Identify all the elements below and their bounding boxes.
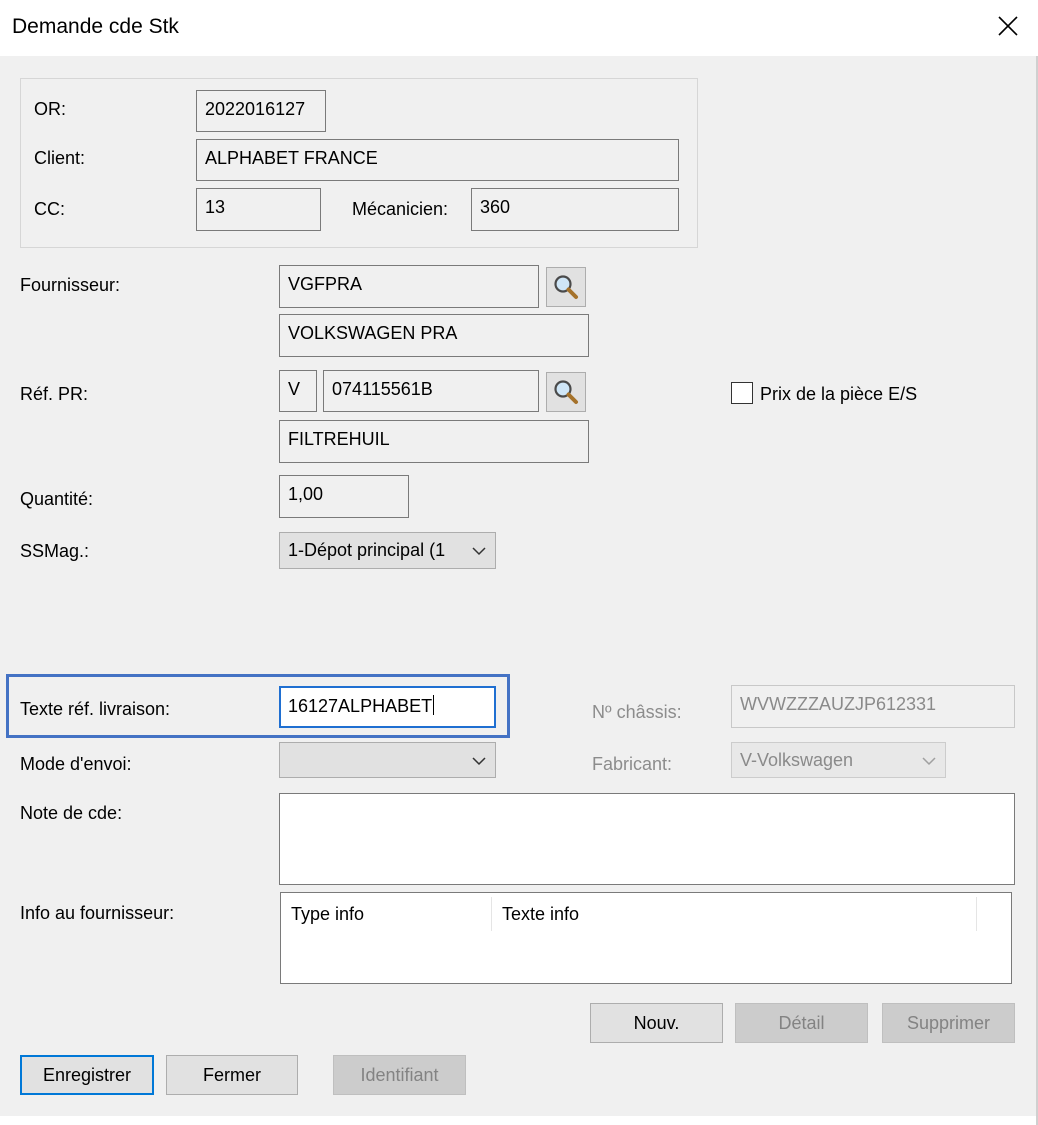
close-button[interactable] — [994, 12, 1022, 40]
new-info-button[interactable]: Nouv. — [590, 1003, 723, 1043]
manufacturer-select: V-Volkswagen — [731, 742, 946, 778]
cc-field[interactable]: 13 — [196, 188, 321, 231]
part-prefix-field[interactable]: V — [279, 370, 317, 412]
quantity-field[interactable]: 1,00 — [279, 475, 409, 518]
close-icon — [998, 16, 1018, 36]
price-checkbox[interactable] — [731, 382, 753, 404]
part-ref-label: Réf. PR: — [20, 384, 89, 404]
save-button[interactable]: Enregistrer — [20, 1055, 154, 1095]
client-field[interactable]: ALPHABET FRANCE — [196, 139, 679, 181]
ssmag-selected: 1-Dépot principal (1 — [288, 540, 446, 560]
part-search-button[interactable] — [546, 372, 586, 412]
ssmag-select[interactable]: 1-Dépot principal (1 — [279, 532, 496, 569]
manufacturer-label: Fabricant: — [592, 754, 673, 774]
chassis-field: WVWZZZAUZJP612331 — [731, 685, 1015, 728]
part-reference-field[interactable]: 074115561B — [323, 370, 539, 412]
detail-button: Détail — [735, 1003, 868, 1043]
supplier-info-list[interactable]: Type info Texte info — [280, 892, 1012, 984]
ssmag-label: SSMag.: — [20, 541, 90, 561]
delivery-text-value: 16127ALPHABET — [288, 696, 433, 716]
order-note-textarea[interactable] — [279, 793, 1015, 885]
or-field[interactable]: 2022016127 — [196, 90, 326, 132]
or-label: OR: — [34, 99, 67, 119]
manufacturer-selected: V-Volkswagen — [740, 750, 854, 770]
shipping-mode-select[interactable] — [279, 742, 496, 778]
magnifier-icon — [554, 275, 578, 299]
delete-button: Supprimer — [882, 1003, 1015, 1043]
quantity-label: Quantité: — [20, 489, 94, 509]
column-separator[interactable] — [976, 897, 977, 931]
chevron-down-icon — [922, 757, 936, 766]
mecanicien-label: Mécanicien: — [352, 199, 449, 219]
column-header-texte-info[interactable]: Texte info — [492, 893, 976, 931]
supplier-name-field[interactable]: VOLKSWAGEN PRA — [279, 314, 589, 357]
column-header-type-info[interactable]: Type info — [281, 893, 491, 931]
delivery-label: Texte réf. livraison: — [20, 699, 171, 719]
price-checkbox-label[interactable]: Prix de la pièce E/S — [760, 384, 917, 405]
close-form-button[interactable]: Fermer — [166, 1055, 298, 1095]
mecanicien-field[interactable]: 360 — [471, 188, 679, 231]
window-title: Demande cde Stk — [12, 15, 179, 38]
supplier-search-button[interactable] — [546, 267, 586, 307]
order-note-label: Note de cde: — [20, 803, 123, 823]
identifier-button: Identifiant — [333, 1055, 466, 1095]
chevron-down-icon — [472, 547, 486, 556]
text-caret — [433, 695, 435, 715]
shipping-mode-label: Mode d'envoi: — [20, 754, 132, 774]
supplier-code-field[interactable]: VGFPRA — [279, 265, 539, 308]
delivery-text-input[interactable]: 16127ALPHABET — [279, 686, 496, 728]
chevron-down-icon — [472, 757, 486, 766]
supplier-info-label: Info au fournisseur: — [20, 903, 175, 923]
chassis-label: Nº châssis: — [592, 702, 682, 722]
bottom-strip — [0, 1116, 1038, 1125]
supplier-label: Fournisseur: — [20, 275, 121, 295]
client-label: Client: — [34, 148, 86, 168]
part-designation-field[interactable]: FILTREHUIL — [279, 420, 589, 463]
cc-label: CC: — [34, 199, 65, 219]
magnifier-icon — [554, 380, 578, 404]
